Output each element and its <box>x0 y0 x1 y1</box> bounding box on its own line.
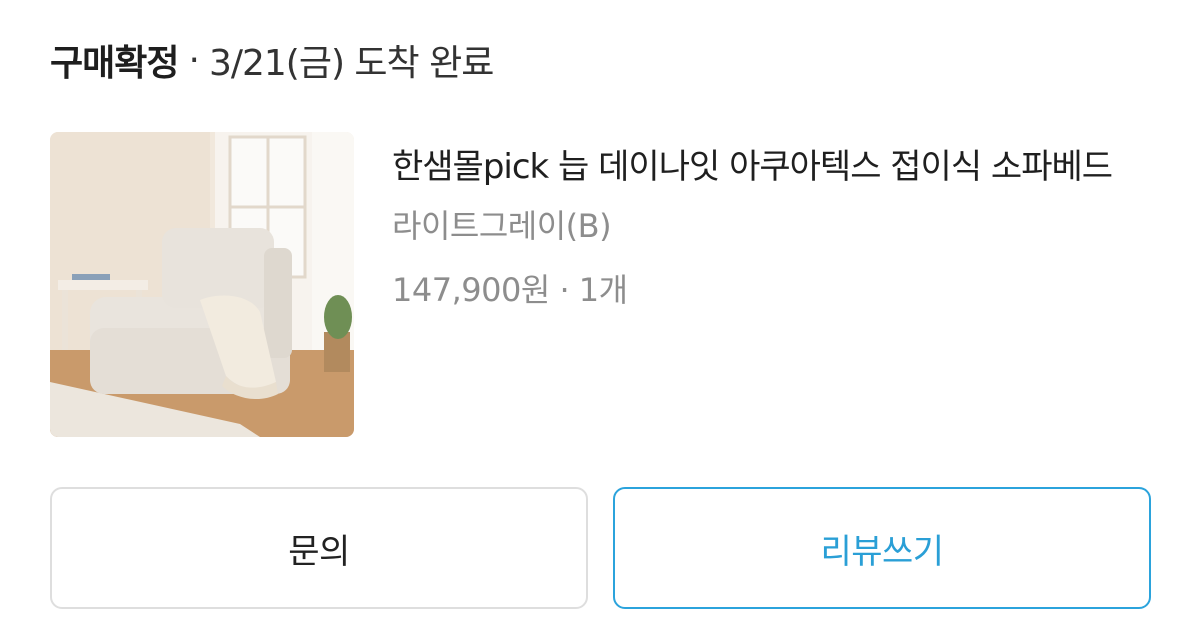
product-title[interactable]: 한샘몰pick 늡 데이나잇 아쿠아텍스 접이식 소파베드 <box>392 138 1142 196</box>
price-separator: · <box>559 271 570 309</box>
product-thumbnail[interactable] <box>50 132 354 437</box>
product-quantity: 1개 <box>578 271 628 309</box>
header-separator: · <box>188 39 199 81</box>
purchase-status: 구매확정 <box>50 43 179 84</box>
sofa-bed-image-icon <box>50 132 354 437</box>
product-info: 한샘몰pick 늡 데이나잇 아쿠아텍스 접이식 소파베드 라이트그레이(B) … <box>392 138 1152 314</box>
product-price: 147,900원 <box>392 271 550 309</box>
write-review-button[interactable]: 리뷰쓰기 <box>613 487 1151 609</box>
delivery-status: 3/21(금) 도착 완료 <box>208 43 494 84</box>
inquiry-button[interactable]: 문의 <box>50 487 588 609</box>
order-status-header: 구매확정 · 3/21(금) 도착 완료 <box>50 32 494 88</box>
product-option: 라이트그레이(B) <box>392 207 612 245</box>
price-quantity-row: 147,900원 · 1개 <box>392 266 1152 314</box>
